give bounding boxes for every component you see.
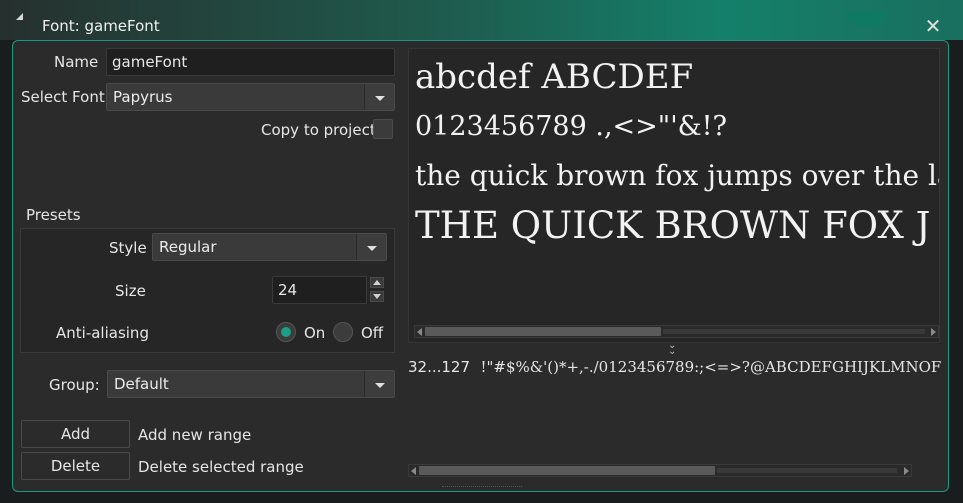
name-label: Name [54,53,99,71]
close-icon[interactable]: ✕ [921,14,945,38]
group-dropdown[interactable]: Default [107,370,395,398]
chevron-down-icon[interactable] [356,234,386,260]
anti-aliasing-on-label: On [304,324,326,342]
select-font-label: Select Font [21,88,105,106]
delete-range-button[interactable]: Delete [21,452,130,480]
preview-line: 0123456789 .,<>"'&!? [415,111,727,142]
scroll-right-icon[interactable] [931,328,936,336]
preview-line: the quick brown fox jumps over the lazy [415,159,940,192]
window-title: Font: gameFont [42,17,160,35]
scroll-right-icon[interactable] [904,467,909,475]
range-value: 32...127 [408,358,471,376]
style-value: Regular [159,238,217,256]
anti-aliasing-off-label: Off [361,324,384,342]
scrollbar-thumb[interactable] [419,466,715,475]
group-value: Default [114,375,169,393]
font-select-dropdown[interactable]: Papyrus [106,83,395,111]
expand-chevrons-icon[interactable]: ⌄ ⌄ [668,341,676,357]
scroll-left-icon[interactable] [417,328,422,336]
size-increment-button[interactable] [370,277,384,288]
chevron-down-icon[interactable] [364,371,394,397]
anti-aliasing-off-radio[interactable] [333,322,353,342]
scrollbar-thumb[interactable] [425,327,661,336]
size-decrement-button[interactable] [370,291,384,302]
preview-line: THE QUICK BROWN FOX J [415,204,931,247]
font-preview: abcdef ABCDEF 0123456789 .,<>"'&!? the q… [408,48,940,343]
scrollbar-track[interactable] [717,468,897,473]
anti-aliasing-label: Anti-aliasing [56,324,149,342]
scroll-left-icon[interactable] [411,467,416,475]
name-input[interactable]: gameFont [106,48,395,76]
size-input[interactable]: 24 [272,276,367,304]
collapse-triangle-icon[interactable] [16,13,23,20]
add-range-button[interactable]: Add [21,420,130,448]
copy-to-project-checkbox[interactable] [373,119,393,139]
delete-range-description: Delete selected range [138,458,304,476]
preview-line: abcdef ABCDEF [415,57,694,97]
font-select-value: Papyrus [113,88,173,106]
title-notch [843,12,889,26]
style-dropdown[interactable]: Regular [152,233,387,261]
anti-aliasing-on-radio[interactable] [276,322,296,342]
add-range-description: Add new range [138,426,252,444]
range-list-item[interactable]: 32...127 !"#$%&'()*+,-./0123456789:;<=>?… [408,358,941,376]
presets-heading: Presets [26,206,81,224]
title-bar: Font: gameFont ✕ [0,0,963,40]
range-characters: !"#$%&'()*+,-./0123456789:;<=>?@ABCDEFGH… [480,358,942,376]
size-label: Size [115,282,146,300]
range-horizontal-scrollbar[interactable] [408,464,912,477]
resize-grip[interactable] [442,486,522,490]
preview-horizontal-scrollbar[interactable] [414,325,939,338]
group-label: Group: [49,376,100,394]
copy-to-project-label: Copy to project [261,121,376,139]
chevron-down-icon[interactable] [364,84,394,110]
style-label: Style [109,239,147,257]
scrollbar-track[interactable] [663,329,925,334]
